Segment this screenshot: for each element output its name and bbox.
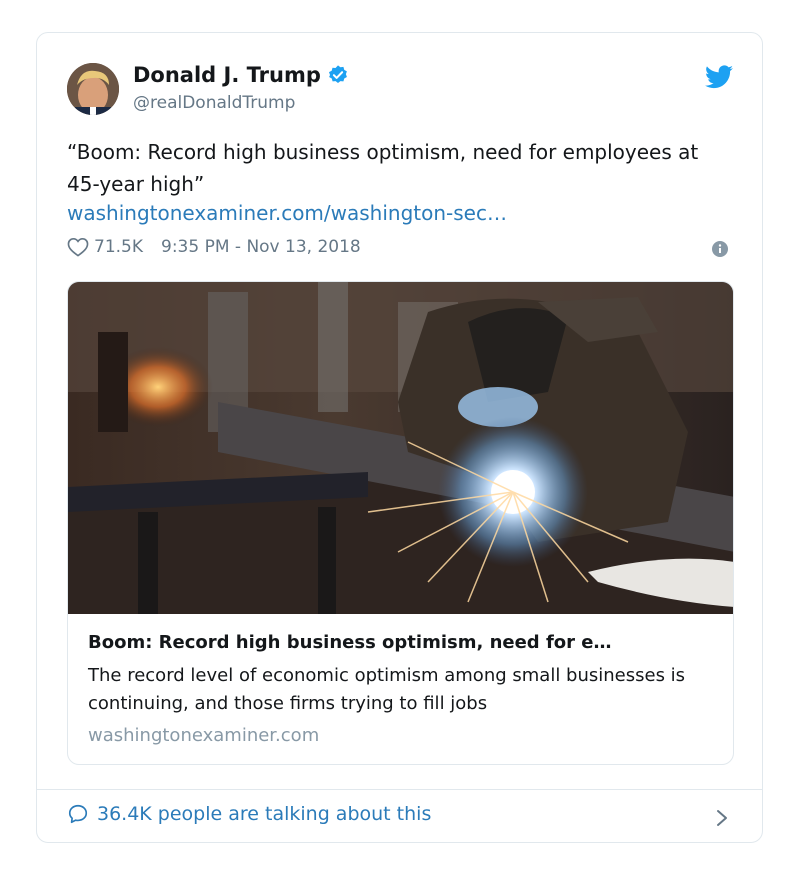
info-icon[interactable] xyxy=(712,241,728,257)
link-preview-card[interactable]: Boom: Record high business optimism, nee… xyxy=(67,281,734,765)
like-count[interactable]: 71.5K xyxy=(94,237,143,257)
twitter-bird-icon[interactable] xyxy=(705,65,733,89)
tweet-embed-card: Donald J. Trump @realDonaldTrump “Boom: … xyxy=(36,32,763,843)
author-name-row[interactable]: Donald J. Trump xyxy=(133,63,349,87)
tweet-meta: 71.5K 9:35 PM - Nov 13, 2018 xyxy=(67,237,361,257)
author-name[interactable]: Donald J. Trump xyxy=(133,63,321,87)
avatar[interactable] xyxy=(67,63,119,115)
talking-about-link[interactable]: 36.4K people are talking about this xyxy=(67,803,431,825)
talking-about-text[interactable]: 36.4K people are talking about this xyxy=(97,803,431,825)
link-card-domain: washingtonexaminer.com xyxy=(88,725,320,746)
link-card-title: Boom: Record high business optimism, nee… xyxy=(88,632,612,653)
article-image xyxy=(68,282,733,614)
tweet-link[interactable]: washingtonexaminer.com/washington-sec… xyxy=(67,201,507,225)
tweet-text: “Boom: Record high business optimism, ne… xyxy=(67,140,699,196)
author-handle[interactable]: @realDonaldTrump xyxy=(133,93,295,113)
link-card-description: The record level of economic optimism am… xyxy=(88,665,686,714)
verified-badge-icon xyxy=(328,65,347,83)
footer-divider xyxy=(37,789,762,790)
heart-icon[interactable] xyxy=(67,237,89,257)
tweet-timestamp[interactable]: 9:35 PM - Nov 13, 2018 xyxy=(161,237,361,257)
chevron-right-icon[interactable] xyxy=(715,807,729,829)
speech-bubble-icon xyxy=(68,804,88,824)
